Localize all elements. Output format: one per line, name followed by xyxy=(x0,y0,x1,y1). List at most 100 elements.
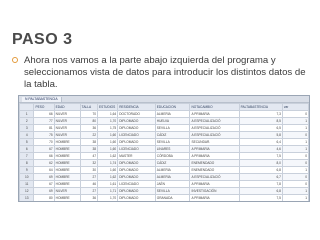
data-cell[interactable]: NILVER xyxy=(53,187,81,195)
column-header[interactable] xyxy=(19,103,35,111)
data-cell[interactable]: 0 xyxy=(281,159,309,167)
data-cell[interactable]: 1,74 xyxy=(97,202,117,203)
data-cell[interactable]: SECUNDAR. xyxy=(189,138,240,146)
data-cell[interactable]: 1,71 xyxy=(96,187,119,195)
data-cell[interactable]: 36 xyxy=(79,194,98,201)
data-cell[interactable]: NILVER xyxy=(54,202,80,203)
data-cell[interactable]: DIPLOMADO xyxy=(117,124,156,132)
data-cell[interactable]: DIPLOMADO xyxy=(117,173,156,181)
data-cell[interactable]: 80 xyxy=(33,194,55,201)
data-cell[interactable]: HOMBRE xyxy=(53,159,81,167)
data-cell[interactable]: A PRIMARIA xyxy=(189,152,240,160)
data-cell[interactable]: SEVILLA xyxy=(154,124,191,132)
data-cell[interactable]: NILVER xyxy=(53,117,81,125)
column-header[interactable]: NOTACAMBIO xyxy=(189,103,240,111)
data-cell[interactable]: GESTIÓN xyxy=(190,202,239,203)
data-cell[interactable]: 1,60 xyxy=(96,145,119,153)
data-cell[interactable]: A ESPECIALIZACIÓ xyxy=(189,117,240,125)
data-cell[interactable]: 1 xyxy=(281,117,309,125)
data-cell[interactable]: 8,5 xyxy=(238,117,283,125)
data-cell[interactable]: 67 xyxy=(33,145,55,153)
data-cell[interactable]: NILVER xyxy=(53,110,81,118)
data-cell[interactable]: CÁDIZ xyxy=(154,159,191,167)
data-cell[interactable]: DIPLOMADO xyxy=(117,187,156,195)
data-cell[interactable]: 1 xyxy=(281,124,309,132)
data-cell[interactable]: 70 xyxy=(33,138,55,146)
data-cell[interactable]: MASTER xyxy=(117,152,156,160)
data-cell[interactable]: HUELVA xyxy=(155,202,190,203)
data-cell[interactable]: 1,62 xyxy=(96,152,119,160)
column-header[interactable]: EDUCACION xyxy=(154,103,191,111)
data-cell[interactable]: 22 xyxy=(79,131,98,139)
data-cell[interactable]: NILVER xyxy=(53,131,81,139)
data-cell[interactable]: 70 xyxy=(79,110,98,118)
data-cell[interactable]: 7,5 xyxy=(238,194,283,201)
data-cell[interactable]: 0 xyxy=(281,110,309,118)
data-cell[interactable]: A PRIMARIA xyxy=(189,145,240,153)
data-cell[interactable]: 6,7 xyxy=(238,173,283,181)
data-cell[interactable]: A PRIMARIA xyxy=(189,110,240,118)
data-cell[interactable]: 66 xyxy=(33,152,55,160)
data-cell[interactable]: SEVILLA xyxy=(154,187,191,195)
data-cell[interactable]: 6,4 xyxy=(238,138,283,146)
data-cell[interactable]: 8,0 xyxy=(238,159,283,167)
data-cell[interactable]: DIPLOMADO xyxy=(117,159,156,167)
data-cell[interactable]: 38 xyxy=(79,145,98,153)
variable-tab[interactable]: N PALTABASTENCIA xyxy=(22,96,62,102)
data-cell[interactable]: 38 xyxy=(79,138,98,146)
data-cell[interactable]: 77 xyxy=(33,117,55,125)
data-cell[interactable]: HOMBRE xyxy=(53,152,81,160)
data-cell[interactable]: ENEMENDADO xyxy=(189,159,240,167)
data-cell[interactable]: 1,70 xyxy=(96,117,119,125)
data-cell[interactable]: A ESPECIALIZACIÓ xyxy=(189,124,240,132)
data-cell[interactable]: HOMBRE xyxy=(53,166,81,174)
data-cell[interactable]: 69 xyxy=(33,187,55,195)
data-cell[interactable]: DIPLOMADO xyxy=(117,194,156,201)
data-cell[interactable]: 7,8 xyxy=(238,180,283,188)
data-cell[interactable]: HOMBRE xyxy=(53,173,81,181)
data-cell[interactable]: HOMBRE xyxy=(53,138,81,146)
data-cell[interactable]: 64 xyxy=(33,166,55,174)
data-cell[interactable]: 6,8 xyxy=(238,166,283,174)
data-cell[interactable]: 66 xyxy=(33,110,55,118)
data-cell[interactable]: ALMERIA xyxy=(154,173,191,181)
data-cell[interactable]: A PRIMARIA xyxy=(189,180,240,188)
data-cell[interactable]: A ESPECIALIZACIÓ xyxy=(189,173,240,181)
data-cell[interactable]: 32 xyxy=(79,159,98,167)
data-cell[interactable]: GRANADA xyxy=(154,194,191,201)
data-cell[interactable]: SEVILLA xyxy=(154,138,191,146)
data-cell[interactable]: 1,60 xyxy=(96,138,119,146)
data-cell[interactable]: LICENCIADO xyxy=(117,180,156,188)
data-cell[interactable]: 1,64 xyxy=(96,110,119,118)
data-cell[interactable]: 1 xyxy=(282,202,308,203)
data-cell[interactable]: INVESTIGACIÓN xyxy=(189,187,240,195)
data-cell[interactable]: LINARES xyxy=(154,145,191,153)
data-cell[interactable]: 75 xyxy=(33,131,55,139)
data-cell[interactable]: 44 xyxy=(80,202,97,203)
data-cell[interactable]: 1 xyxy=(281,145,309,153)
data-cell[interactable]: DIPLOMADO xyxy=(117,117,156,125)
data-cell[interactable]: HOMBRE xyxy=(53,145,81,153)
data-cell[interactable]: 1 xyxy=(281,166,309,174)
data-cell[interactable]: LICENCIADO xyxy=(117,145,156,153)
column-header[interactable]: PALTABASTENCIA xyxy=(238,103,283,111)
data-cell[interactable]: 4,6 xyxy=(238,145,283,153)
column-header[interactable]: PESO xyxy=(33,103,55,111)
column-header[interactable]: ESTUDIOS xyxy=(96,103,119,111)
data-cell[interactable]: 80 xyxy=(79,117,98,125)
data-cell[interactable]: ALMERIA xyxy=(154,166,191,174)
data-cell[interactable]: 46 xyxy=(79,180,98,188)
data-cell[interactable]: DOCTORADO xyxy=(117,110,156,118)
data-cell[interactable]: A PRIMARIA xyxy=(189,194,240,201)
data-cell[interactable]: 36 xyxy=(79,124,98,132)
data-cell[interactable]: NILVER xyxy=(53,124,81,132)
data-cell[interactable]: 1,62 xyxy=(96,173,119,181)
data-cell[interactable]: 5,8 xyxy=(239,202,282,203)
data-cell[interactable]: CÓRDOBA xyxy=(154,152,191,160)
data-cell[interactable]: 0 xyxy=(281,180,309,188)
data-cell[interactable]: 1 xyxy=(281,194,309,201)
data-cell[interactable]: 0 xyxy=(281,152,309,160)
data-cell[interactable]: 1,60 xyxy=(96,131,119,139)
column-header[interactable]: EDAD xyxy=(53,103,81,111)
data-cell[interactable]: MASTER xyxy=(118,202,156,203)
